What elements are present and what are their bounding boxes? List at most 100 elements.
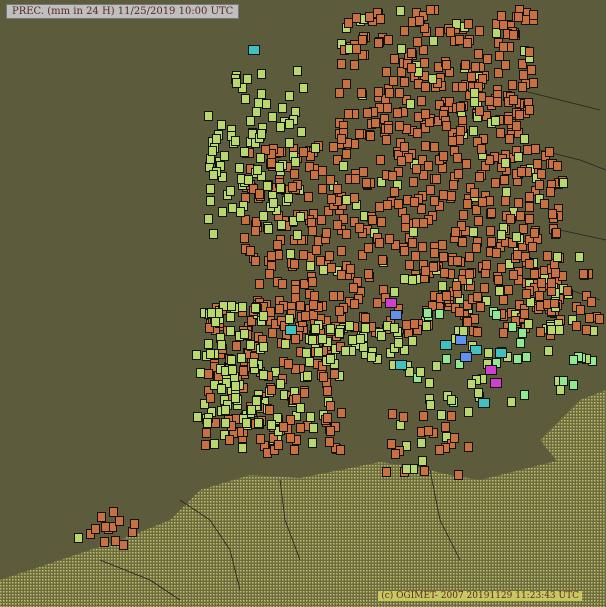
station-box-icon	[383, 35, 393, 46]
station-box-icon	[465, 268, 475, 279]
station-box-icon	[462, 316, 472, 327]
station-box-icon	[329, 142, 339, 153]
station-box-icon	[296, 212, 306, 223]
station-box-icon	[400, 214, 410, 225]
station-box-icon	[430, 196, 440, 207]
station-box-icon	[242, 73, 252, 84]
station-box-icon	[417, 95, 427, 106]
station-box-icon	[523, 319, 533, 329]
station-box-icon	[462, 38, 472, 48]
station-box-icon	[376, 155, 386, 166]
station-box-icon	[308, 422, 318, 433]
station-box-icon	[343, 17, 353, 28]
station-box-icon	[231, 78, 241, 89]
station-box-icon	[226, 355, 236, 366]
station-box-icon	[390, 54, 400, 65]
station-box-icon	[531, 144, 541, 155]
station-box-icon	[576, 304, 586, 315]
station-box-icon	[321, 228, 331, 239]
station-box-icon	[396, 420, 406, 431]
station-box-icon	[455, 307, 465, 318]
station-box-icon	[500, 158, 510, 169]
station-box-icon	[522, 351, 531, 362]
station-box-icon	[412, 36, 422, 47]
station-box-icon	[247, 404, 256, 415]
station-box-icon	[358, 34, 368, 45]
station-box-icon	[470, 61, 480, 72]
station-box-icon	[458, 236, 468, 247]
station-box-icon	[368, 214, 378, 225]
station-box-icon	[363, 243, 373, 254]
station-box-icon	[413, 127, 423, 138]
station-box-icon	[546, 186, 556, 197]
station-box-icon	[374, 238, 384, 249]
station-box-icon	[334, 327, 344, 338]
station-box-icon	[350, 59, 360, 70]
station-box-icon	[302, 371, 312, 382]
station-box-icon	[441, 59, 451, 70]
station-box-icon	[352, 12, 362, 23]
station-box-icon	[455, 102, 465, 113]
station-box-icon	[202, 417, 212, 428]
station-box-icon	[306, 261, 316, 272]
station-box-icon	[418, 411, 428, 422]
station-box-icon	[378, 254, 388, 265]
station-box-icon	[381, 467, 391, 478]
station-box-icon	[490, 378, 502, 388]
station-box-icon	[419, 218, 429, 229]
station-box-icon	[424, 377, 434, 388]
station-box-icon	[262, 99, 272, 110]
station-box-icon	[431, 173, 441, 184]
station-box-icon	[325, 324, 335, 335]
station-box-icon	[258, 342, 268, 353]
station-box-icon	[337, 269, 347, 280]
station-box-icon	[326, 263, 336, 274]
station-box-icon	[384, 87, 394, 98]
station-box-icon	[425, 5, 435, 16]
station-box-icon	[193, 411, 203, 422]
station-box-icon	[307, 437, 317, 448]
station-box-icon	[514, 152, 524, 163]
station-box-icon	[528, 10, 538, 21]
station-box-icon	[409, 197, 419, 208]
station-box-icon	[325, 436, 335, 447]
station-box-icon	[287, 182, 297, 193]
station-box-icon	[208, 146, 218, 157]
station-box-icon	[497, 262, 507, 273]
station-box-icon	[460, 352, 472, 362]
station-box-icon	[499, 42, 509, 53]
station-box-icon	[481, 259, 491, 270]
station-box-icon	[348, 282, 358, 293]
station-box-icon	[553, 161, 563, 172]
station-box-icon	[390, 287, 400, 298]
station-box-icon	[203, 369, 213, 380]
station-box-icon	[335, 445, 345, 456]
station-box-icon	[285, 119, 295, 130]
station-box-icon	[440, 268, 450, 279]
station-box-icon	[257, 88, 267, 99]
station-box-icon	[275, 121, 285, 132]
station-box-icon	[318, 183, 328, 194]
station-box-icon	[372, 298, 382, 309]
station-box-icon	[482, 53, 492, 64]
station-box-icon	[478, 398, 490, 408]
station-box-icon	[447, 410, 457, 421]
station-box-icon	[529, 227, 539, 238]
station-box-icon	[579, 268, 589, 279]
station-box-icon	[395, 360, 407, 370]
station-box-icon	[335, 88, 345, 99]
station-box-icon	[501, 60, 511, 71]
station-box-icon	[370, 118, 380, 129]
station-box-icon	[259, 211, 269, 222]
station-box-icon	[495, 348, 507, 358]
station-box-icon	[492, 248, 502, 259]
station-box-icon	[278, 422, 288, 433]
station-box-icon	[396, 44, 406, 55]
station-box-icon	[441, 121, 451, 132]
station-box-icon	[324, 250, 334, 261]
station-box-icon	[407, 63, 417, 74]
station-box-icon	[493, 97, 503, 108]
station-box-icon	[456, 126, 466, 137]
station-box-icon	[383, 200, 393, 211]
station-box-icon	[568, 379, 578, 390]
